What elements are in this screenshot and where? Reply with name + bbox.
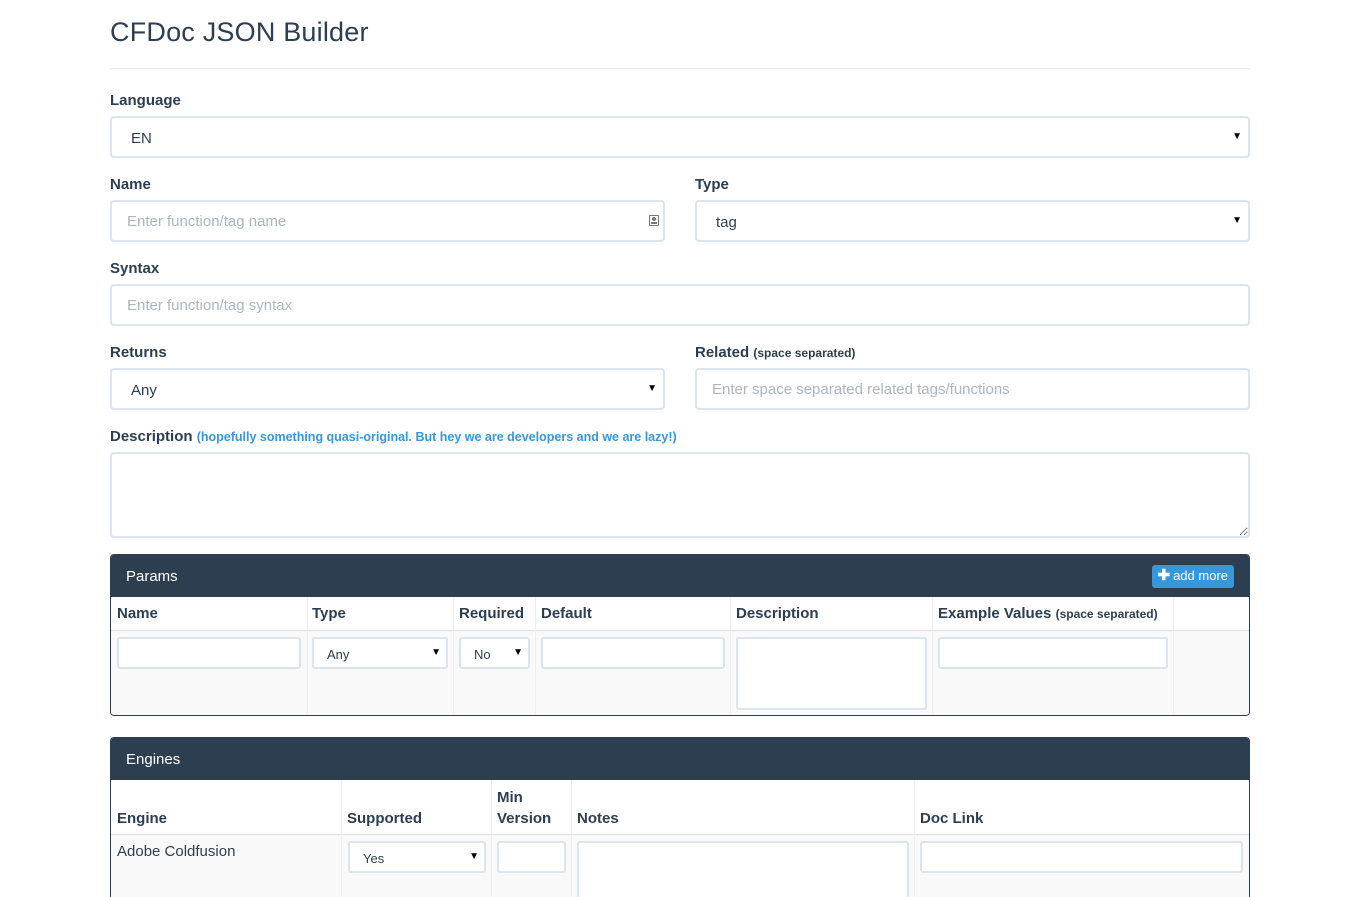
engines-panel: Engines Engine Supported Min Version Not… bbox=[110, 737, 1250, 897]
related-hint: (space separated) bbox=[753, 346, 856, 360]
plus-icon: ✚ bbox=[1157, 567, 1171, 584]
column-divider bbox=[914, 780, 915, 897]
chevron-down-icon: ▼ bbox=[469, 851, 479, 862]
language-value: EN bbox=[131, 130, 152, 147]
col-name: Name bbox=[117, 605, 158, 622]
column-divider bbox=[307, 597, 308, 715]
param-default-input[interactable] bbox=[541, 637, 725, 669]
returns-select[interactable]: Any ▼ bbox=[110, 368, 665, 410]
type-value: tag bbox=[716, 214, 737, 231]
returns-value: Any bbox=[131, 382, 157, 399]
add-more-label: add more bbox=[1173, 568, 1228, 583]
related-label: Related (space separated) bbox=[695, 344, 855, 361]
col-type: Type bbox=[312, 605, 346, 622]
col-required: Required bbox=[459, 605, 525, 622]
param-type-select[interactable]: Any ▼ bbox=[312, 637, 448, 669]
page-title: CFDoc JSON Builder bbox=[110, 17, 369, 47]
syntax-label: Syntax bbox=[110, 260, 160, 277]
param-required-select[interactable]: No ▼ bbox=[459, 637, 530, 669]
language-select[interactable]: EN ▼ bbox=[110, 116, 1250, 158]
type-label: Type bbox=[695, 176, 729, 193]
column-divider bbox=[341, 780, 342, 897]
description-label: Description (hopefully something quasi-o… bbox=[110, 428, 677, 445]
description-textarea[interactable] bbox=[110, 452, 1250, 538]
engines-header: Engines bbox=[111, 738, 1249, 780]
param-type-value: Any bbox=[327, 647, 350, 662]
column-divider bbox=[1173, 597, 1174, 715]
chevron-down-icon: ▼ bbox=[647, 383, 657, 394]
engine-name: Adobe Coldfusion bbox=[117, 843, 236, 860]
column-divider bbox=[571, 780, 572, 897]
col-engine: Engine bbox=[117, 810, 168, 827]
col-examples: Example Values (space separated) bbox=[938, 605, 1158, 622]
divider bbox=[110, 68, 1250, 69]
params-header: Params ✚ add more bbox=[111, 555, 1249, 597]
param-examples-input[interactable] bbox=[938, 637, 1168, 669]
type-select[interactable]: tag ▼ bbox=[695, 200, 1250, 242]
chevron-down-icon: ▼ bbox=[1232, 215, 1242, 226]
description-label-text: Description bbox=[110, 428, 193, 445]
engines-title: Engines bbox=[126, 751, 181, 768]
name-input[interactable] bbox=[112, 202, 663, 240]
returns-label: Returns bbox=[110, 344, 167, 361]
engine-supported-value: Yes bbox=[363, 851, 385, 866]
col-description: Description bbox=[736, 605, 819, 622]
column-divider bbox=[491, 780, 492, 897]
engine-supported-select[interactable]: Yes ▼ bbox=[348, 841, 486, 873]
related-field[interactable] bbox=[695, 368, 1250, 410]
chevron-down-icon: ▼ bbox=[431, 647, 441, 658]
col-min-version-2: Version bbox=[497, 810, 552, 827]
param-required-value: No bbox=[474, 647, 491, 662]
col-supported: Supported bbox=[347, 810, 422, 827]
column-divider bbox=[535, 597, 536, 715]
syntax-field[interactable] bbox=[110, 284, 1250, 326]
param-name-input[interactable] bbox=[117, 637, 301, 669]
name-label: Name bbox=[110, 176, 151, 193]
column-divider bbox=[730, 597, 731, 715]
syntax-input[interactable] bbox=[112, 286, 1248, 324]
col-doc-link: Doc Link bbox=[920, 810, 984, 827]
add-more-button[interactable]: ✚ add more bbox=[1151, 565, 1234, 588]
col-notes: Notes bbox=[577, 810, 619, 827]
chevron-down-icon: ▼ bbox=[1232, 131, 1242, 142]
engine-doc-link-input[interactable] bbox=[920, 841, 1243, 873]
column-divider bbox=[453, 597, 454, 715]
description-hint: (hopefully something quasi-original. But… bbox=[196, 430, 677, 444]
col-examples-text: Example Values bbox=[938, 605, 1052, 622]
col-default: Default bbox=[541, 605, 592, 622]
language-label: Language bbox=[110, 92, 181, 109]
name-field[interactable] bbox=[110, 200, 665, 242]
params-panel: Params ✚ add more Name Type Required Defa… bbox=[110, 554, 1250, 716]
engine-min-version-input[interactable] bbox=[497, 841, 566, 873]
related-input[interactable] bbox=[697, 370, 1248, 408]
chevron-down-icon: ▼ bbox=[513, 647, 523, 658]
col-min-version-1: Min bbox=[497, 789, 523, 806]
related-label-text: Related bbox=[695, 344, 750, 361]
params-title: Params bbox=[126, 568, 178, 585]
column-divider bbox=[932, 597, 933, 715]
contact-card-icon bbox=[649, 215, 659, 226]
param-description-textarea[interactable] bbox=[736, 637, 927, 710]
col-examples-hint: (space separated) bbox=[1055, 607, 1158, 621]
